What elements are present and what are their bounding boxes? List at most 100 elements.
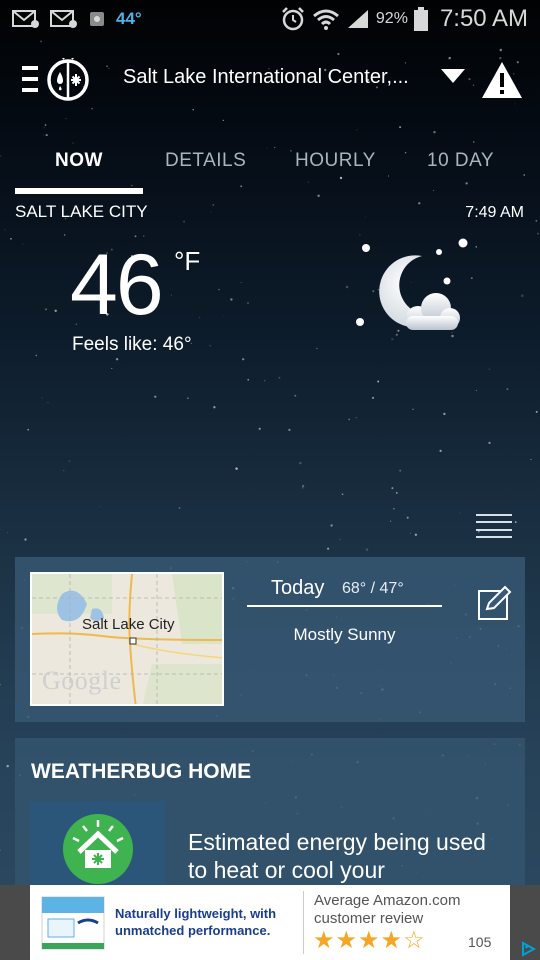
- star-dot: [316, 347, 318, 350]
- star-dot: [6, 764, 9, 768]
- star-dot: [24, 538, 27, 541]
- active-tab-indicator: [15, 188, 143, 194]
- star-dot: [278, 376, 281, 379]
- star-dot: [339, 538, 342, 541]
- star-dot: [7, 532, 9, 534]
- star-dot: [45, 308, 47, 311]
- star-dot: [399, 126, 402, 129]
- star-dot: [364, 216, 366, 218]
- email-icon: [12, 9, 40, 29]
- dropdown-arrow-icon[interactable]: [440, 68, 466, 84]
- star-dot: [521, 294, 524, 298]
- star-dot: [0, 849, 1, 851]
- app-header: Salt Lake International Center,...: [0, 48, 540, 108]
- star-dot: [41, 397, 43, 399]
- star-dot: [43, 127, 45, 129]
- weatherbug-logo-icon[interactable]: [46, 58, 90, 102]
- star-dot: [63, 234, 66, 236]
- card-title: WEATHERBUG HOME: [31, 760, 252, 783]
- star-dot: [210, 211, 212, 213]
- star-dot: [443, 412, 446, 416]
- star-dot: [68, 460, 71, 462]
- star-dot: [230, 298, 233, 301]
- star-dot: [330, 524, 333, 527]
- star-dot: [530, 458, 532, 461]
- star-dot: [506, 388, 509, 391]
- ad-headline[interactable]: Naturally lightweight, with unmatched pe…: [115, 905, 305, 939]
- observation-time: 7:49 AM: [465, 204, 524, 221]
- star-dot: [178, 506, 181, 509]
- today-forecast-card[interactable]: Salt Lake City Google Today 68° / 47° Mo…: [15, 557, 525, 722]
- star-dot: [212, 204, 215, 206]
- review-count: 105: [468, 934, 492, 950]
- star-dot: [198, 316, 201, 319]
- location-map[interactable]: Salt Lake City Google: [30, 572, 224, 706]
- tab-now[interactable]: NOW: [55, 150, 103, 172]
- tab-hourly[interactable]: HOURLY: [295, 150, 376, 172]
- star-dot: [22, 243, 24, 245]
- high-low-temps: 68° / 47°: [342, 580, 404, 597]
- tab-details[interactable]: DETAILS: [165, 150, 246, 172]
- forecast-condition: Mostly Sunny: [293, 625, 396, 644]
- star-dot: [409, 532, 411, 534]
- star-dot: [475, 389, 478, 392]
- city-name: SALT LAKE CITY: [15, 202, 148, 221]
- star-dot: [412, 408, 414, 410]
- star-icon: ★: [313, 927, 335, 954]
- alarm-icon: [280, 6, 306, 32]
- app-notification-icon: [88, 10, 106, 28]
- star-outline-icon: ☆: [403, 927, 425, 954]
- star-dot: [242, 358, 245, 361]
- location-selector[interactable]: Salt Lake International Center,...: [123, 66, 423, 89]
- ad-content[interactable]: Naturally lightweight, with unmatched pe…: [30, 885, 536, 960]
- star-dot: [537, 232, 539, 235]
- star-dot: [65, 118, 67, 119]
- battery-icon: [413, 7, 428, 31]
- star-dot: [10, 237, 12, 240]
- menu-icon[interactable]: [22, 66, 38, 92]
- star-dot: [345, 285, 349, 289]
- star-icon: ★: [358, 927, 380, 954]
- star-dot: [389, 520, 392, 522]
- wifi-icon: [312, 7, 340, 31]
- star-dot: [258, 427, 261, 430]
- night-partly-cloudy-icon: [356, 238, 468, 330]
- rating-stars: ★ ★ ★ ★ ☆: [313, 929, 425, 953]
- star-dot: [35, 354, 38, 357]
- star-dot: [222, 316, 224, 318]
- home-energy-icon: [63, 814, 133, 884]
- star-dot: [488, 441, 491, 445]
- star-dot: [218, 288, 220, 291]
- tab-10-day[interactable]: 10 DAY: [427, 150, 494, 172]
- forecast-day: Today: [271, 577, 325, 599]
- star-dot: [4, 229, 6, 231]
- ad-choices-icon[interactable]: [520, 941, 536, 957]
- star-dot: [406, 516, 409, 519]
- star-dot: [45, 134, 48, 137]
- star-dot: [433, 130, 436, 134]
- weatherbug-home-card[interactable]: WEATHERBUG HOME Estimated energy being u…: [15, 738, 525, 888]
- star-dot: [414, 533, 418, 536]
- star-dot: [183, 220, 186, 223]
- star-dot: [99, 505, 101, 507]
- star-dot: [27, 428, 30, 431]
- list-view-icon[interactable]: [476, 514, 512, 538]
- star-dot: [299, 461, 302, 465]
- star-dot: [365, 548, 369, 551]
- energy-description: Estimated energy being used to heat or c…: [188, 829, 486, 883]
- status-bar: 44° 92% 7:50 AM: [0, 0, 540, 38]
- star-dot: [399, 469, 402, 472]
- star-dot: [247, 378, 250, 381]
- alert-icon[interactable]: [480, 60, 524, 100]
- star-dot: [288, 428, 291, 432]
- ad-banner[interactable]: Naturally lightweight, with unmatched pe…: [0, 885, 540, 960]
- edit-icon[interactable]: [477, 585, 513, 621]
- star-dot: [355, 417, 357, 419]
- star-dot: [222, 119, 224, 122]
- star-dot: [439, 449, 442, 453]
- star-dot: [371, 396, 375, 400]
- star-dot: [301, 486, 304, 489]
- star-dot: [377, 380, 380, 383]
- star-dot: [42, 134, 44, 136]
- star-dot: [294, 394, 297, 397]
